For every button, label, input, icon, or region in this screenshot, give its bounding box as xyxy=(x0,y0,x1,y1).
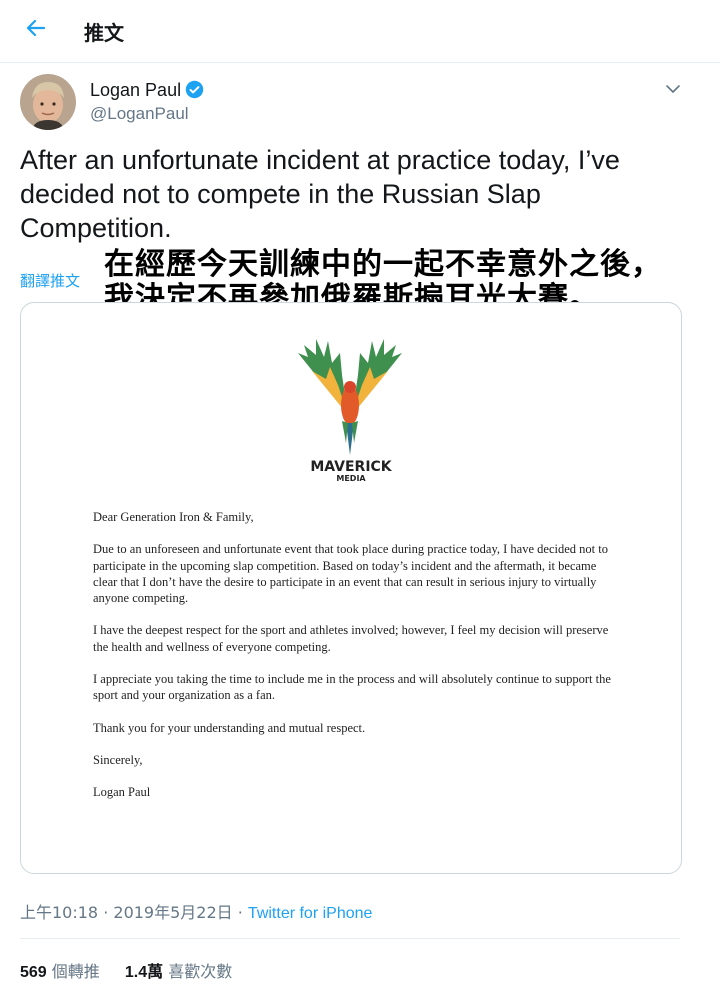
likes-label: 喜歡次數 xyxy=(168,962,233,981)
back-arrow-icon[interactable] xyxy=(24,16,52,44)
author-name-text: Logan Paul xyxy=(90,80,182,100)
tweet-text: After an unfortunate incident at practic… xyxy=(20,145,620,243)
tweet-meta: 上午10:18 · 2019年5月22日 · Twitter for iPhon… xyxy=(20,899,372,923)
author-name[interactable]: Logan Paul xyxy=(90,80,204,104)
letter-body: Dear Generation Iron & Family, Due to an… xyxy=(93,509,613,817)
divider xyxy=(20,938,680,939)
chevron-down-icon[interactable] xyxy=(664,80,682,98)
likes-count[interactable]: 1.4萬 喜歡次數 xyxy=(125,962,232,981)
top-bar: 推文 xyxy=(0,0,720,63)
letter-signature: Logan Paul xyxy=(93,785,151,800)
brand-name: MAVERICK xyxy=(310,459,392,475)
brand-subtitle: MEDIA xyxy=(336,474,366,483)
translate-tweet-link[interactable]: 翻譯推文 xyxy=(20,270,80,291)
tweet-image[interactable]: MAVERICK MEDIA Dear Generation Iron & Fa… xyxy=(20,302,682,874)
likes-number: 1.4萬 xyxy=(124,964,164,981)
letter-paragraph: I appreciate you taking the time to incl… xyxy=(93,671,611,703)
tweet-date[interactable]: 2019年5月22日 xyxy=(113,903,232,922)
overlay-caption-line-1: 在經歷今天訓練中的一起不幸意外之後， xyxy=(104,247,662,282)
letter-paragraph: Thank you for your understanding and mut… xyxy=(93,720,366,735)
author-handle[interactable]: @LoganPaul xyxy=(90,104,189,124)
retweets-number: 569 xyxy=(20,964,47,981)
meta-separator: · xyxy=(232,903,248,922)
letter-paragraph: Due to an unforeseen and unfortunate eve… xyxy=(93,542,608,605)
meta-separator: · xyxy=(98,903,114,922)
maverick-parrot-logo xyxy=(290,323,410,459)
retweets-label: 個轉推 xyxy=(51,962,100,981)
page-title: 推文 xyxy=(84,21,124,45)
tweet-source-link[interactable]: Twitter for iPhone xyxy=(248,905,373,922)
avatar[interactable] xyxy=(20,74,76,130)
tweet-stats: 569 個轉推 1.4萬 喜歡次數 xyxy=(20,958,252,982)
letter-closing: Sincerely, xyxy=(93,752,143,767)
tweet-time[interactable]: 上午10:18 xyxy=(20,903,98,922)
verified-badge-icon xyxy=(185,80,204,104)
letter-salutation: Dear Generation Iron & Family, xyxy=(93,510,254,524)
retweets-count[interactable]: 569 個轉推 xyxy=(20,962,100,981)
letter-paragraph: I have the deepest respect for the sport… xyxy=(93,623,609,654)
